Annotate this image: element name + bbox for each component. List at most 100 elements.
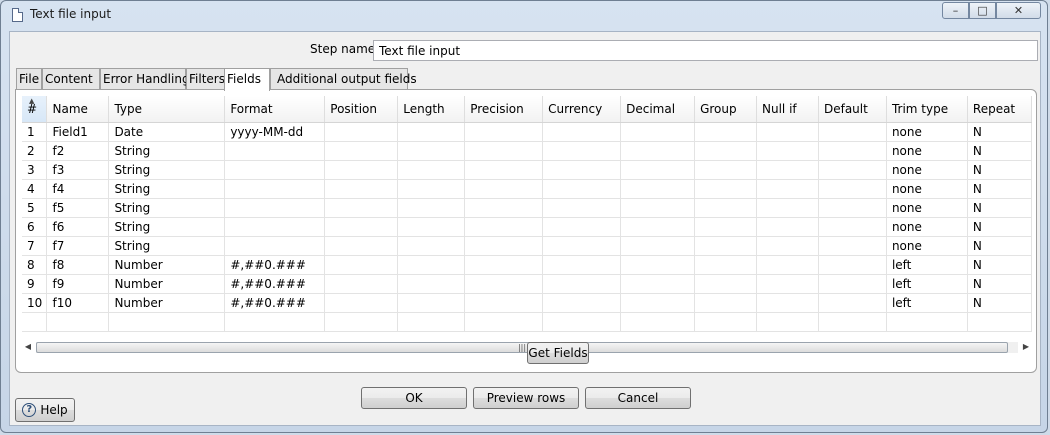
table-cell[interactable] (542, 236, 622, 256)
table-cell[interactable] (818, 217, 887, 237)
column-header[interactable]: Length (397, 96, 466, 123)
table-row[interactable]: 10 f10 Number #,##0.### left N (22, 293, 1032, 313)
table-cell[interactable] (464, 255, 544, 275)
table-cell[interactable]: none (886, 179, 968, 199)
table-cell[interactable] (620, 179, 696, 199)
column-header-row-number[interactable]: ▲ # (22, 96, 48, 123)
column-header[interactable]: Name (46, 96, 110, 123)
table-cell[interactable] (694, 274, 758, 294)
table-cell[interactable]: N (967, 255, 1032, 275)
table-cell[interactable] (756, 122, 819, 142)
table-cell[interactable] (818, 255, 887, 275)
table-cell[interactable] (694, 236, 758, 256)
table-cell[interactable] (542, 255, 622, 275)
table-cell[interactable] (694, 179, 758, 199)
table-row[interactable]: 9 f9 Number #,##0.### left N (22, 274, 1032, 294)
table-cell[interactable] (818, 179, 887, 199)
column-header[interactable]: Repeat (967, 96, 1032, 123)
table-cell[interactable] (620, 141, 696, 161)
column-header[interactable]: Position (324, 96, 399, 123)
table-cell[interactable] (620, 293, 696, 313)
table-cell[interactable] (397, 198, 466, 218)
table-cell[interactable]: #,##0.### (224, 255, 326, 275)
table-cell[interactable] (397, 122, 466, 142)
table-cell[interactable]: f6 (46, 217, 110, 237)
table-cell[interactable] (542, 293, 622, 313)
table-cell[interactable] (542, 274, 622, 294)
column-header[interactable]: Decimal (620, 96, 696, 123)
table-cell[interactable]: none (886, 160, 968, 180)
get-fields-button[interactable]: Get Fields (527, 342, 589, 364)
column-header[interactable]: Group (694, 96, 758, 123)
table-cell[interactable] (620, 160, 696, 180)
minimize-button[interactable]: – (942, 2, 969, 19)
table-cell[interactable] (324, 141, 399, 161)
table-cell[interactable] (694, 122, 758, 142)
table-cell[interactable] (464, 217, 544, 237)
table-cell[interactable]: f3 (46, 160, 110, 180)
table-row[interactable]: 3 f3 String none N (22, 160, 1032, 180)
tab-fields[interactable]: Fields (224, 68, 270, 91)
table-cell[interactable]: none (886, 141, 968, 161)
table-cell[interactable] (756, 293, 819, 313)
table-row[interactable]: 1 Field1 Date yyyy-MM-dd none N (22, 122, 1032, 142)
table-cell[interactable]: N (967, 179, 1032, 199)
table-cell[interactable] (397, 255, 466, 275)
table-cell[interactable] (324, 160, 399, 180)
table-cell[interactable] (756, 198, 819, 218)
table-cell[interactable] (818, 122, 887, 142)
table-cell[interactable]: f10 (46, 293, 110, 313)
table-cell[interactable] (620, 217, 696, 237)
cancel-button[interactable]: Cancel (585, 387, 691, 409)
table-cell[interactable]: none (886, 217, 968, 237)
table-cell[interactable] (542, 198, 622, 218)
table-cell[interactable] (324, 217, 399, 237)
column-header[interactable]: Trim type (886, 96, 968, 123)
table-cell[interactable]: N (967, 217, 1032, 237)
table-cell[interactable] (818, 236, 887, 256)
table-cell[interactable]: N (967, 141, 1032, 161)
table-cell[interactable] (620, 198, 696, 218)
table-cell[interactable]: String (108, 141, 226, 161)
table-cell[interactable] (694, 141, 758, 161)
table-cell[interactable] (224, 217, 326, 237)
ok-button[interactable]: OK (361, 387, 467, 409)
column-header[interactable]: Default (818, 96, 887, 123)
table-cell[interactable] (756, 217, 819, 237)
table-cell[interactable]: String (108, 217, 226, 237)
table-cell[interactable]: Number (108, 293, 226, 313)
table-cell[interactable]: Date (108, 122, 226, 142)
table-cell[interactable] (694, 160, 758, 180)
table-cell[interactable]: String (108, 160, 226, 180)
table-cell[interactable] (397, 236, 466, 256)
table-cell[interactable] (397, 293, 466, 313)
table-cell[interactable]: f7 (46, 236, 110, 256)
table-cell[interactable]: none (886, 198, 968, 218)
table-cell[interactable]: String (108, 179, 226, 199)
table-cell[interactable] (542, 217, 622, 237)
tab-additional-output-fields[interactable]: Additional output fields (270, 68, 417, 90)
tab-error-handling[interactable]: Error Handling (100, 68, 190, 90)
column-header[interactable]: Currency (542, 96, 622, 123)
table-cell[interactable] (756, 236, 819, 256)
tab-file[interactable]: File (16, 68, 42, 90)
table-cell[interactable]: f5 (46, 198, 110, 218)
table-cell[interactable]: left (886, 255, 968, 275)
table-cell[interactable] (620, 274, 696, 294)
table-cell[interactable] (818, 198, 887, 218)
column-header[interactable]: Format (224, 96, 326, 123)
close-button[interactable]: ✕ (996, 2, 1041, 19)
title-bar[interactable]: Text file input – □ ✕ (1, 1, 1047, 29)
table-cell[interactable]: none (886, 122, 968, 142)
table-cell[interactable]: f2 (46, 141, 110, 161)
table-cell[interactable] (224, 198, 326, 218)
tab-filters[interactable]: Filters (186, 68, 226, 90)
table-cell[interactable]: #,##0.### (224, 274, 326, 294)
table-cell[interactable] (464, 160, 544, 180)
table-cell[interactable] (694, 198, 758, 218)
table-cell[interactable] (756, 179, 819, 199)
step-name-input[interactable] (373, 40, 1038, 61)
table-cell[interactable] (324, 255, 399, 275)
table-cell[interactable] (542, 179, 622, 199)
tab-content[interactable]: Content (42, 68, 100, 90)
